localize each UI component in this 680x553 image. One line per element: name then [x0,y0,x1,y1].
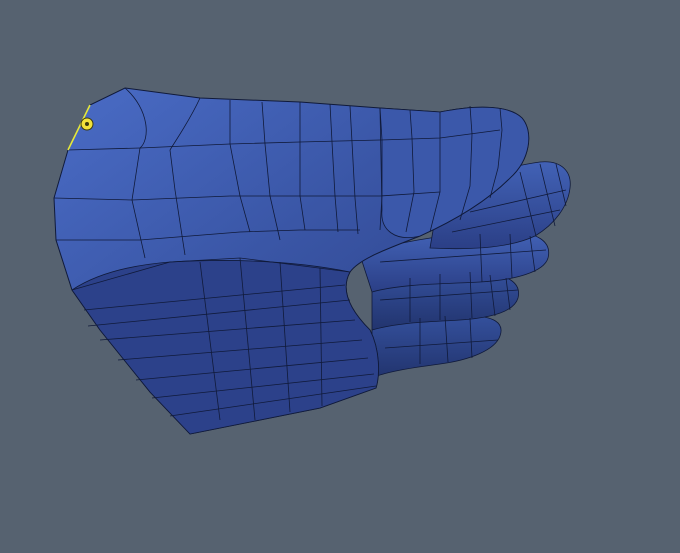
3d-viewport[interactable] [0,0,680,553]
selected-vertex[interactable] [80,117,94,131]
hand-mesh-render[interactable] [0,0,680,553]
